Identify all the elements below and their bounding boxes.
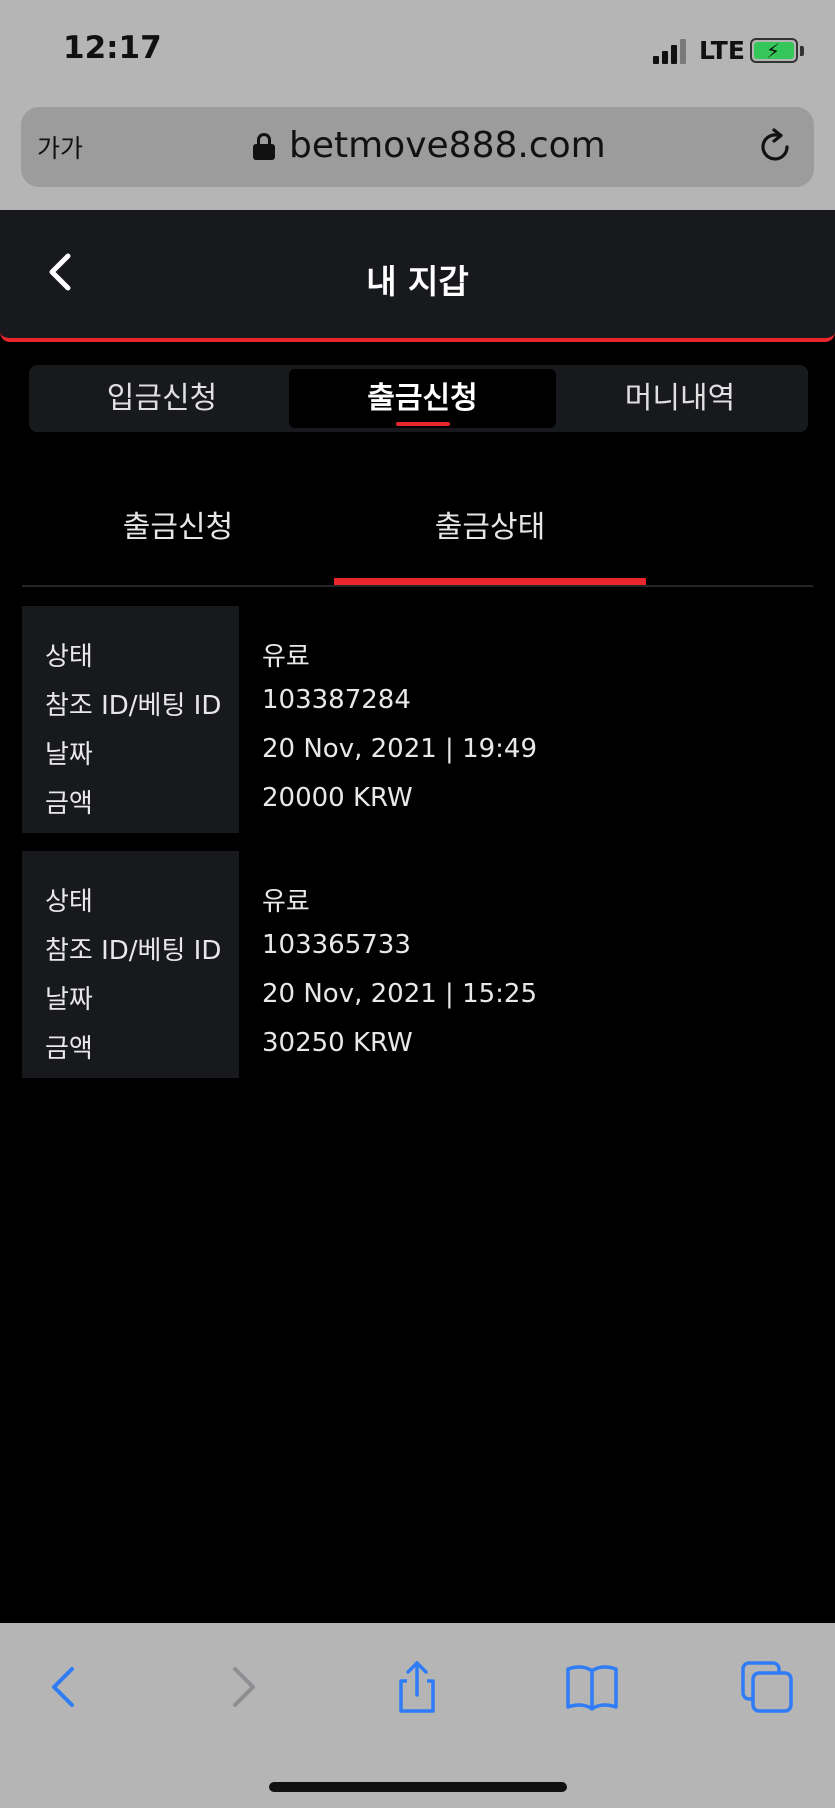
reference-id-value: 103387284 [262, 685, 411, 715]
withdrawal-sub-tabs: 출금신청 출금상태 [22, 470, 813, 587]
reference-id-label: 참조 ID/베팅 ID [45, 936, 222, 966]
date-value: 20 Nov, 2021 | 19:49 [262, 734, 538, 764]
lock-icon [253, 133, 275, 160]
signal-strength-icon [653, 38, 689, 64]
tab-label: 입금신청 [106, 381, 218, 416]
withdrawal-record: 상태 유료 참조 ID/베팅 ID 103365733 날짜 20 Nov, 2… [22, 851, 813, 1078]
status-time: 12:17 [63, 30, 162, 66]
amount-value: 20000 KRW [262, 783, 413, 813]
browser-toolbar [0, 1623, 835, 1808]
status-bar: 12:17 LTE ⚡ [0, 0, 835, 105]
home-indicator [269, 1782, 567, 1792]
active-tab-underline [395, 422, 450, 426]
share-icon[interactable] [389, 1659, 445, 1715]
reference-id-label: 참조 ID/베팅 ID [45, 691, 222, 721]
date-label: 날짜 [45, 985, 93, 1015]
active-subtab-indicator [334, 578, 646, 585]
browser-address-area: 가가 betmove888.com [0, 105, 835, 210]
page-title: 내 지갑 [366, 262, 469, 301]
reload-icon[interactable] [753, 125, 797, 169]
amount-label: 금액 [45, 1034, 93, 1064]
network-type: LTE [699, 36, 745, 65]
text-size-button[interactable]: 가가 [37, 129, 83, 165]
status-value: 유료 [262, 887, 310, 917]
status-value: 유료 [262, 642, 310, 672]
battery-icon: ⚡ [750, 38, 798, 63]
tab-label: 출금신청 [367, 381, 478, 416]
tab-label: 머니내역 [624, 381, 736, 416]
status-label: 상태 [45, 887, 93, 917]
subtab-withdrawal-status[interactable]: 출금상태 [334, 502, 646, 546]
date-value: 20 Nov, 2021 | 15:25 [262, 979, 538, 1009]
date-label: 날짜 [45, 740, 93, 770]
bookmarks-icon[interactable] [564, 1659, 620, 1715]
address-bar[interactable]: 가가 betmove888.com [21, 107, 814, 187]
tabs-icon[interactable] [739, 1659, 795, 1715]
app-header: 내 지갑 [0, 210, 835, 342]
withdrawal-record: 상태 유료 참조 ID/베팅 ID 103387284 날짜 20 Nov, 2… [22, 606, 813, 833]
reference-id-value: 103365733 [262, 930, 411, 960]
tab-withdrawal-request[interactable]: 출금신청 [289, 369, 556, 428]
subtab-withdrawal-request[interactable]: 출금신청 [22, 502, 334, 546]
tab-deposit-request[interactable]: 입금신청 [33, 369, 291, 428]
wallet-tabs: 입금신청 출금신청 머니내역 [29, 365, 808, 432]
amount-label: 금액 [45, 789, 93, 819]
forward-arrow-icon[interactable] [215, 1659, 271, 1715]
amount-value: 30250 KRW [262, 1028, 413, 1058]
tab-money-history[interactable]: 머니내역 [556, 369, 804, 428]
url-text[interactable]: betmove888.com [289, 125, 606, 166]
battery-tip [800, 46, 804, 56]
status-label: 상태 [45, 642, 93, 672]
back-arrow-icon[interactable] [36, 1659, 92, 1715]
